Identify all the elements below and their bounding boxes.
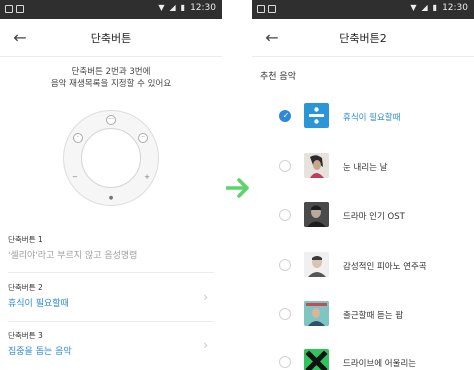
signal-icon: ◢ [169,3,176,12]
shortcut-button-3-icon[interactable]: · [73,133,83,143]
notification-icon [268,5,276,13]
album-art-divide [304,103,329,128]
device-dial-illustration: ··· ·· · − + ● [63,110,159,206]
description-line-1: 단축버튼 2번과 3번에 [71,67,151,77]
album-art-portrait [304,202,329,227]
radio-unchecked-icon[interactable] [279,160,291,172]
wifi-icon: ▼ [158,3,165,12]
setting-label: 단축버튼 1 [8,235,43,244]
setting-label: 단축버튼 2 [8,283,43,292]
album-art-portrait [304,153,329,178]
notification-icons [5,5,24,13]
radio-unchecked-icon[interactable] [279,308,291,320]
section-title: 추천 음악 [260,72,296,82]
status-bar: ▼ ◢ ▮ 12:30 [252,0,474,19]
album-art-portrait [304,301,329,326]
notification-icons [257,5,276,13]
radio-unchecked-icon[interactable] [279,259,291,271]
setting-shortcut-1[interactable]: 단축버튼 1 '셀리야'라고 부르지 않고 음성명령 [0,230,222,278]
playlist-item[interactable]: ✓ 휴식이 필요할때 [252,96,474,136]
page-title: 단축버튼 [90,32,132,45]
volume-down-icon: − [72,173,78,181]
playlist-title: 휴식이 필요할때 [343,113,401,123]
app-bar: ← 단축버튼2 [252,19,474,57]
setting-shortcut-3[interactable]: 단축버튼 3 집중을 돕는 음악 › [0,326,222,370]
status-time: 12:30 [190,3,216,13]
setting-value: 집중을 돕는 음악 [8,347,72,357]
album-art-multiply [304,349,329,370]
radio-unchecked-icon[interactable] [279,356,291,368]
shortcut-2-playlist-screen: ▼ ◢ ▮ 12:30 ← 단축버튼2 추천 음악 ✓ 휴식이 필요할때 눈 내… [252,0,474,370]
status-bar: ▼ ◢ ▮ 12:30 [0,0,222,19]
playlist-item[interactable]: 감성적인 피아노 연주곡 [252,245,474,285]
album-art-portrait [304,252,329,277]
playlist-title: 드라마 인기 OST [343,212,405,222]
notification-icon [16,5,24,13]
page-title: 단축버튼2 [339,32,387,45]
shortcut-button-2-icon[interactable]: ·· [138,133,148,143]
radio-checked-icon[interactable]: ✓ [279,110,291,122]
status-time: 12:30 [442,3,468,13]
volume-up-icon: + [144,173,150,181]
notification-icon [5,5,13,13]
radio-unchecked-icon[interactable] [279,209,291,221]
setting-value: '셀리야'라고 부르지 않고 음성명령 [8,251,138,261]
app-bar: ← 단축버튼 [0,19,222,57]
playlist-item[interactable]: 드라마 인기 OST [252,195,474,235]
playlist-title: 눈 내리는 날 [343,163,388,173]
playlist-title: 감성적인 피아노 연주곡 [343,262,427,272]
arrow-right-icon [226,178,249,198]
battery-icon: ▮ [180,3,186,12]
chevron-right-icon: › [203,290,208,304]
playlist-item[interactable]: 출근할때 듣는 팝 [252,294,474,334]
divider [8,272,214,273]
playlist-title: 드라이브에 어울리는 [343,359,417,369]
shortcut-button-1-icon[interactable]: ··· [106,115,116,125]
chevron-right-icon: › [203,338,208,352]
playlist-item[interactable]: 눈 내리는 날 [252,146,474,186]
wifi-icon: ▼ [410,3,417,12]
shortcut-settings-screen: ▼ ◢ ▮ 12:30 ← 단축버튼 단축버튼 2번과 3번에 음악 재생목록을… [0,0,222,370]
battery-icon: ▮ [432,3,438,12]
setting-shortcut-2[interactable]: 단축버튼 2 휴식이 필요할때 › [0,278,222,326]
dial-center [81,128,141,188]
notification-icon [257,5,265,13]
playlist-item[interactable]: 드라이브에 어울리는 [252,342,474,370]
setting-value: 휴식이 필요할때 [8,299,69,309]
description-line-2: 음악 재생목록을 지정할 수 있어요 [50,79,172,89]
signal-icon: ◢ [421,3,428,12]
playlist-title: 출근할때 듣는 팝 [343,311,404,321]
divider [8,321,214,322]
mic-dot-icon: ● [108,195,114,201]
setting-label: 단축버튼 3 [8,331,43,340]
